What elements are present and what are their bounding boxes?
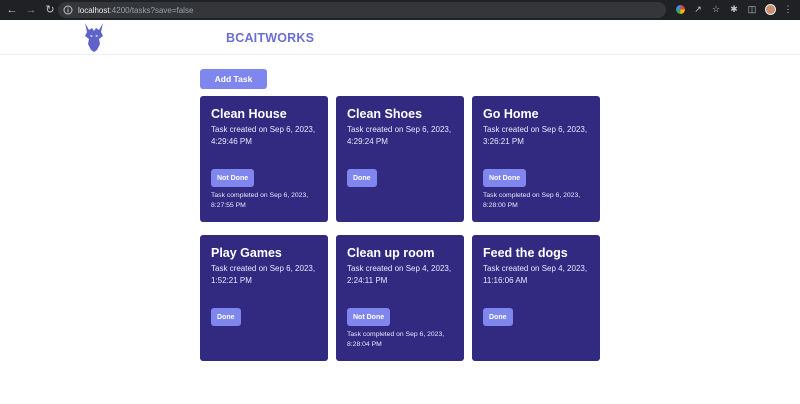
task-created: Task created on Sep 4, 2023, 11:16:06 AM <box>483 264 588 285</box>
url-host: localhost <box>78 5 110 15</box>
task-card: Feed the dogs Task created on Sep 4, 202… <box>472 235 600 361</box>
address-bar[interactable]: localhost:4200/tasks?save=false <box>58 2 666 18</box>
task-created: Task created on Sep 6, 2023, 3:26:21 PM <box>483 125 588 146</box>
share-icon[interactable]: ↗ <box>692 3 704 15</box>
more-menu-icon[interactable]: ⋮ <box>782 3 794 15</box>
app-header: BCAITWORKS <box>0 20 800 55</box>
site-info-icon[interactable] <box>63 5 73 15</box>
add-task-button[interactable]: Add Task <box>200 69 267 89</box>
url-path: :4200/tasks?save=false <box>109 5 194 15</box>
task-status-button[interactable]: Done <box>483 308 513 326</box>
brand-title[interactable]: BCAITWORKS <box>226 31 314 45</box>
side-panel-icon[interactable]: ◫ <box>746 3 758 15</box>
task-completed: Task completed on Sep 6, 2023, 8:27:55 P… <box>211 192 309 209</box>
back-arrow-icon[interactable]: ← <box>5 3 19 17</box>
task-status-button[interactable]: Not Done <box>211 169 255 187</box>
task-created: Task created on Sep 6, 2023, 4:29:46 PM <box>211 125 316 146</box>
task-title: Play Games <box>211 246 282 260</box>
task-title: Feed the dogs <box>483 246 568 260</box>
task-status-button[interactable]: Not Done <box>483 169 527 187</box>
google-lens-icon[interactable] <box>674 3 686 15</box>
task-status-button[interactable]: Not Done <box>347 308 391 326</box>
task-card: Play Games Task created on Sep 6, 2023, … <box>200 235 328 361</box>
task-created: Task created on Sep 4, 2023, 2:24:11 PM <box>347 264 452 285</box>
task-card: Clean up room Task created on Sep 4, 202… <box>336 235 464 361</box>
task-title: Clean House <box>211 107 287 121</box>
task-status-button[interactable]: Done <box>347 169 377 187</box>
task-created: Task created on Sep 6, 2023, 4:29:24 PM <box>347 125 452 146</box>
task-completed: Task completed on Sep 6, 2023, 8:28:04 P… <box>347 331 445 348</box>
task-title: Go Home <box>483 107 539 121</box>
forward-arrow-icon[interactable]: → <box>24 3 38 17</box>
task-card: Clean Shoes Task created on Sep 6, 2023,… <box>336 96 464 222</box>
toolbar-actions: ↗ ☆ ✱ ◫ ⋮ <box>674 3 794 15</box>
browser-toolbar: ← → ↻ localhost:4200/tasks?save=false ↗ … <box>0 0 800 20</box>
extensions-icon[interactable]: ✱ <box>728 3 740 15</box>
task-card: Clean House Task created on Sep 6, 2023,… <box>200 96 328 222</box>
task-grid: Clean House Task created on Sep 6, 2023,… <box>200 96 600 361</box>
task-status-button[interactable]: Done <box>211 308 241 326</box>
bookmark-star-icon[interactable]: ☆ <box>710 3 722 15</box>
reload-icon[interactable]: ↻ <box>43 3 57 17</box>
profile-avatar[interactable] <box>764 3 776 15</box>
task-created: Task created on Sep 6, 2023, 1:52:21 PM <box>211 264 316 285</box>
url-text: localhost:4200/tasks?save=false <box>78 6 193 15</box>
task-completed: Task completed on Sep 6, 2023, 8:28:00 P… <box>483 192 581 209</box>
dragon-logo[interactable] <box>82 22 106 52</box>
task-title: Clean Shoes <box>347 107 423 121</box>
task-title: Clean up room <box>347 246 435 260</box>
task-card: Go Home Task created on Sep 6, 2023, 3:2… <box>472 96 600 222</box>
